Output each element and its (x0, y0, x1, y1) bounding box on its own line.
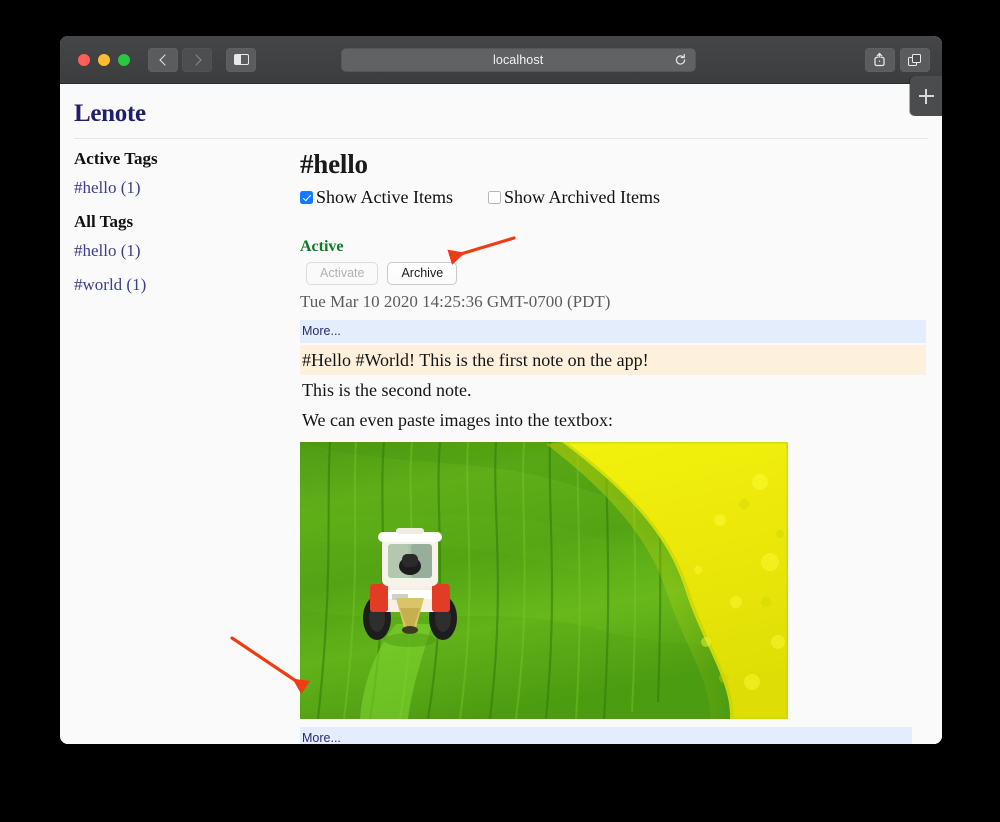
all-tags-heading: All Tags (74, 212, 134, 231)
page-title: #hello (300, 149, 368, 179)
note-line: We can even paste images into the textbo… (302, 410, 613, 430)
filter-show-active-items[interactable]: Show Active Items (300, 187, 453, 208)
minimize-window-button[interactable] (98, 53, 110, 66)
tag-name: #hello (74, 178, 117, 197)
app-title: Lenote (74, 100, 146, 127)
back-button[interactable] (148, 47, 178, 72)
reload-icon[interactable] (674, 53, 687, 66)
address-bar-text: localhost (493, 52, 544, 67)
address-bar[interactable]: localhost (340, 47, 696, 72)
tags-sidebar: Active Tags #hello (1) All Tags #hello (… (60, 149, 300, 309)
note-line: #Hello #World! This is the first note on… (300, 345, 926, 375)
sidebar-toggle-icon (233, 54, 249, 65)
browser-window: localhost Lenote Active Tags #hello (1) … (60, 36, 942, 744)
forward-chevron-icon (189, 53, 202, 66)
note-more-bottom[interactable]: More... (300, 727, 912, 744)
share-button[interactable] (864, 47, 895, 72)
more-link-bottom[interactable]: More... (302, 731, 341, 744)
note-status-badge: Active (300, 238, 344, 255)
note-action-buttons: Activate Archive (300, 262, 926, 285)
note-card: Active Activate Archive Tue Mar 10 2020 … (300, 238, 926, 744)
note-pasted-image (300, 442, 788, 719)
show-active-items-checkbox[interactable] (300, 191, 313, 204)
tab-overview-icon (908, 53, 922, 66)
field-tractor-photo (300, 442, 788, 719)
notes-main-panel: #hello Show Active Items Show Archived I… (300, 149, 942, 744)
tag-count: (1) (120, 241, 141, 260)
sidebar-tag-all-hello[interactable]: #hello (1) (74, 241, 300, 261)
screenshot-root: localhost Lenote Active Tags #hello (1) … (0, 0, 1000, 822)
maximize-window-button[interactable] (118, 53, 130, 66)
note-line: This is the second note. (302, 380, 472, 400)
active-tags-heading: Active Tags (74, 149, 158, 168)
tab-overview-button[interactable] (899, 47, 930, 72)
sidebar-tag-active-hello[interactable]: #hello (1) (74, 178, 300, 198)
tag-name: #hello (74, 241, 117, 260)
note-more-top[interactable]: More... (300, 320, 926, 343)
page-columns: Active Tags #hello (1) All Tags #hello (… (60, 139, 942, 744)
browser-toolbar: localhost (60, 36, 942, 84)
archive-button[interactable]: Archive (387, 262, 458, 285)
filter-show-archived-items[interactable]: Show Archived Items (488, 187, 660, 208)
page-content: Lenote Active Tags #hello (1) All Tags #… (60, 84, 942, 744)
close-window-button[interactable] (78, 53, 90, 66)
tag-count: (1) (126, 275, 147, 294)
window-controls (78, 53, 130, 66)
sidebar-toggle-button[interactable] (226, 47, 256, 72)
navigation-buttons (148, 47, 212, 72)
tag-count: (1) (120, 178, 141, 197)
new-tab-button[interactable] (910, 76, 942, 116)
filter-checkbox-row: Show Active Items Show Archived Items (300, 187, 926, 208)
toolbar-right-buttons (864, 47, 930, 72)
share-icon (874, 52, 886, 67)
note-timestamp: Tue Mar 10 2020 14:25:36 GMT-0700 (PDT) (300, 292, 611, 311)
new-tab-plus-icon (918, 88, 934, 104)
more-link-top[interactable]: More... (302, 324, 341, 338)
activate-button[interactable]: Activate (306, 262, 379, 285)
show-archived-items-checkbox[interactable] (488, 191, 501, 204)
tag-name: #world (74, 275, 123, 294)
sidebar-tag-all-world[interactable]: #world (1) (74, 275, 300, 295)
forward-button[interactable] (182, 47, 212, 72)
filter-label: Show Active Items (316, 187, 453, 207)
filter-label: Show Archived Items (504, 187, 660, 207)
back-chevron-icon (158, 53, 171, 66)
